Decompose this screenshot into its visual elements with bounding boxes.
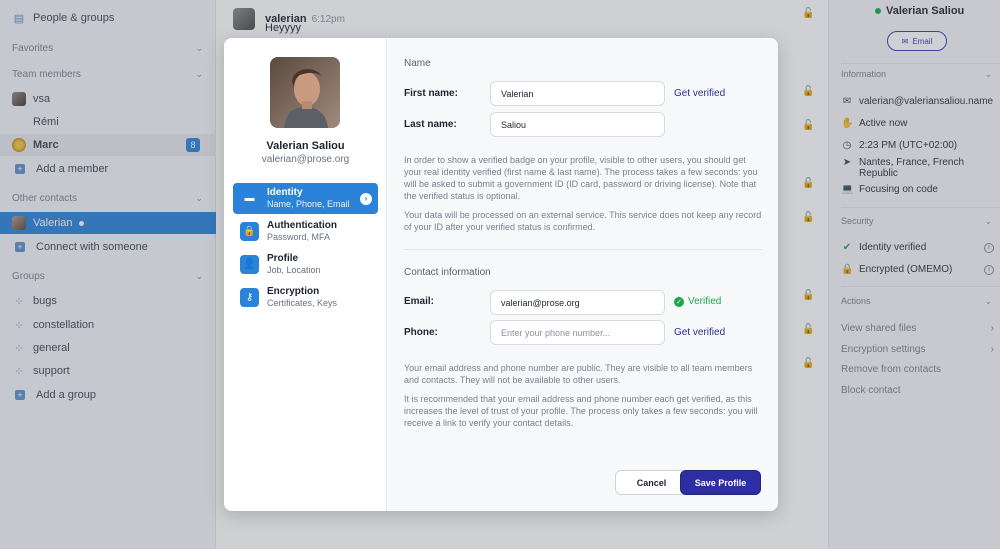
tab-authentication[interactable]: 🔒 Authentication Password, MFA: [233, 216, 378, 247]
key-icon: ⚷: [240, 288, 259, 307]
profile-email: valerian@prose.org: [261, 154, 350, 165]
contact-section-title: Contact information: [404, 267, 491, 278]
chevron-right-icon: ›: [360, 192, 372, 205]
phone-field[interactable]: [490, 320, 665, 345]
id-card-icon: ▬: [244, 193, 255, 204]
nav-subtitle: Name, Phone, Email: [267, 199, 350, 209]
nav-title: Authentication: [267, 220, 337, 231]
save-profile-button[interactable]: Save Profile: [680, 470, 761, 495]
verified-label: Verified: [688, 296, 722, 307]
name-section-title: Name: [404, 58, 431, 69]
first-name-label: First name:: [404, 88, 458, 99]
identity-privacy-text: Your data will be processed on an extern…: [404, 210, 762, 232]
lock-icon: 🔒: [240, 222, 259, 241]
nav-subtitle: Certificates, Keys: [267, 298, 338, 308]
verified-check-icon: ✓: [674, 296, 684, 307]
nav-subtitle: Job, Location: [267, 265, 321, 275]
nav-title: Identity: [267, 187, 303, 198]
first-name-field[interactable]: [490, 81, 665, 106]
profile-name: Valerian Saliou: [266, 140, 345, 152]
phone-label: Phone:: [404, 327, 438, 338]
last-name-label: Last name:: [404, 119, 457, 130]
email-verified-status: ✓ Verified: [674, 296, 721, 307]
last-name-field[interactable]: [490, 112, 665, 137]
contact-help-text: Your email address and phone number are …: [404, 363, 753, 385]
tab-encryption[interactable]: ⚷ Encryption Certificates, Keys: [233, 282, 378, 313]
cancel-button[interactable]: Cancel: [615, 470, 688, 495]
get-verified-identity-link[interactable]: Get verified: [674, 88, 725, 99]
tab-identity[interactable]: ▬ Identity Name, Phone, Email ›: [233, 183, 378, 214]
profile-photo[interactable]: [270, 57, 340, 128]
email-label: Email:: [404, 296, 435, 307]
email-field[interactable]: [490, 290, 665, 315]
modal-content: Name First name: Get verified Last name:…: [388, 38, 778, 511]
modal-sidebar: Valerian Saliou valerian@prose.org ▬ Ide…: [224, 38, 387, 511]
nav-subtitle: Password, MFA: [267, 232, 331, 242]
person-icon: 👤: [240, 255, 259, 274]
nav-title: Profile: [267, 253, 299, 264]
tab-profile[interactable]: 👤 Profile Job, Location: [233, 249, 378, 280]
contact-verify-text: It is recommended that your email addres…: [404, 394, 758, 428]
nav-title: Encryption: [267, 286, 320, 297]
divider: [404, 249, 762, 250]
edit-profile-modal: Valerian Saliou valerian@prose.org ▬ Ide…: [224, 38, 778, 511]
identity-help-text: In order to show a verified badge on you…: [404, 155, 758, 201]
get-verified-phone-link[interactable]: Get verified: [674, 327, 725, 338]
